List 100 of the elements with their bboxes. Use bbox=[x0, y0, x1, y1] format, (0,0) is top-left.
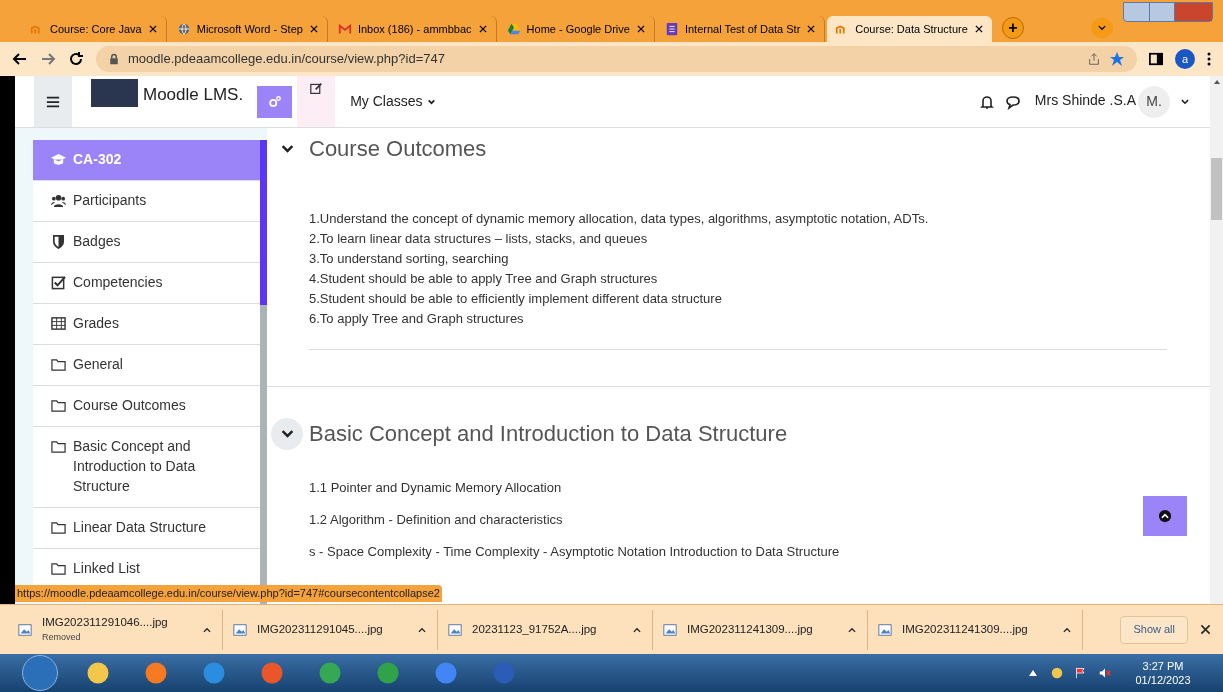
browser-circle-icon bbox=[318, 661, 342, 685]
profile-avatar[interactable]: a bbox=[1175, 49, 1195, 69]
reload-icon bbox=[68, 51, 84, 67]
scrollbar-thumb[interactable] bbox=[260, 140, 267, 305]
file-name: IMG202311241309....jpg bbox=[902, 621, 1029, 637]
window-controls[interactable] bbox=[1123, 2, 1213, 22]
tray-app-icon bbox=[1051, 667, 1063, 679]
browser-circle-icon bbox=[434, 661, 458, 685]
section-title: Course Outcomes bbox=[309, 135, 487, 163]
image-file-icon bbox=[663, 622, 677, 637]
close-icon bbox=[635, 24, 646, 34]
clock-time: 3:27 PM bbox=[1142, 659, 1184, 673]
mail-icon bbox=[337, 22, 352, 36]
start-button[interactable] bbox=[22, 655, 58, 691]
chevron-down-icon bbox=[280, 142, 294, 155]
browser-tab[interactable]: Course: Data Structure bbox=[827, 16, 992, 42]
star-icon bbox=[1109, 51, 1125, 67]
show-hidden-icon bbox=[1029, 670, 1037, 676]
back-arrow-icon[interactable] bbox=[12, 51, 28, 67]
section-title: Basic Concept and Introduction to Data Structure bbox=[309, 420, 788, 448]
caret-icon bbox=[426, 97, 436, 106]
sidebar-item[interactable]: General bbox=[33, 345, 260, 386]
close-icon bbox=[308, 24, 319, 34]
chat-icon[interactable] bbox=[1004, 93, 1021, 110]
forward-arrow-icon bbox=[40, 51, 56, 67]
outcome-text: 3.To understand sorting, searching bbox=[309, 250, 510, 268]
settings-button[interactable] bbox=[257, 85, 293, 118]
sidebar-item[interactable]: Basic Concept and Introduction to Data Structure bbox=[33, 427, 260, 508]
speaker-muted-icon bbox=[1099, 667, 1111, 679]
clock-date: 01/12/2023 bbox=[1135, 673, 1191, 687]
chevron-down-icon bbox=[1097, 23, 1107, 33]
share-icon bbox=[1087, 52, 1101, 66]
topic-link[interactable]: s - Space Complexity - Time Complexity - Asymptotic Notation Introduction to Data Structure bbox=[309, 542, 1210, 562]
image-file-icon bbox=[448, 622, 462, 637]
close-icon bbox=[806, 24, 817, 34]
checkbox-icon bbox=[51, 275, 66, 290]
user-avatar[interactable]: M. bbox=[1138, 85, 1170, 118]
image-file-icon bbox=[878, 622, 892, 637]
scroll-up-icon bbox=[1212, 78, 1221, 86]
outcome-text: 6.To apply Tree and Graph structures bbox=[309, 310, 525, 328]
clock[interactable]: 3:27 PM 01/12/2023 bbox=[1123, 659, 1203, 687]
lock-icon bbox=[108, 53, 120, 65]
download-item[interactable]: IMG202311241309....jpg bbox=[663, 609, 868, 650]
form-icon bbox=[664, 22, 679, 36]
sidebar-item[interactable]: Grades bbox=[33, 304, 260, 345]
file-name: IMG202311241309....jpg bbox=[687, 621, 814, 637]
collapse-toggle[interactable] bbox=[271, 417, 303, 450]
sidebar-item[interactable]: Linear Data Structure bbox=[33, 508, 260, 549]
show-all-button[interactable]: Show all bbox=[1120, 615, 1188, 644]
image-file-icon bbox=[18, 622, 32, 637]
globe-icon bbox=[176, 22, 191, 36]
outcome-text: 5.Student should be able to efficiently implement different data structure bbox=[309, 290, 723, 308]
file-name: IMG202311291045....jpg bbox=[257, 621, 384, 637]
side-panel-icon bbox=[1149, 52, 1163, 66]
status-url-tooltip: https://moodle.pdeaamcollege.edu.in/course/view.php?id=747#coursecontentcollapse2 bbox=[15, 585, 442, 602]
outcome-text: 1.Understand the concept of dynamic memory allocation, data types, algorithms, asymptotic notation, ADTs. bbox=[309, 210, 930, 228]
sidebar-item[interactable]: Competencies bbox=[33, 263, 260, 304]
topic-link[interactable]: 1.1 Pointer and Dynamic Memory Allocation bbox=[309, 478, 1210, 498]
sidebar-item[interactable]: Course Outcomes bbox=[33, 386, 260, 427]
file-name: IMG202311291046....jpg bbox=[42, 615, 169, 631]
tab-search-button[interactable] bbox=[1091, 18, 1113, 38]
address-bar[interactable]: moodle.pdeaamcollege.edu.in/course/view.php?id=747 bbox=[96, 46, 1137, 72]
user-name[interactable]: Mrs Shinde .S.A bbox=[1034, 90, 1136, 111]
edit-icon bbox=[309, 82, 323, 95]
file-name: 20231123_91752A....jpg bbox=[472, 621, 598, 637]
outcome-text: 4.Student should be able to apply Tree and Graph structures bbox=[309, 270, 659, 288]
gears-icon bbox=[267, 94, 282, 109]
close-icon bbox=[147, 24, 158, 34]
download-status: Removed bbox=[42, 631, 82, 645]
graduation-cap-icon bbox=[51, 152, 66, 167]
menu-button[interactable] bbox=[34, 76, 72, 127]
table-icon bbox=[51, 316, 66, 331]
page-scrollbar[interactable] bbox=[1210, 76, 1223, 604]
arrow-up-circle-icon bbox=[1158, 509, 1172, 523]
outcome-text: 2.To learn linear data structures – lists, stacks, and queues bbox=[309, 230, 649, 248]
menu-icon bbox=[46, 94, 60, 109]
back-to-top-button[interactable] bbox=[1143, 496, 1187, 536]
image-file-icon bbox=[233, 622, 247, 637]
topic-link[interactable]: 1.2 Algorithm - Definition and characteristics bbox=[309, 510, 1210, 530]
download-item[interactable]: IMG202311291045....jpg bbox=[233, 609, 438, 650]
close-icon bbox=[477, 24, 488, 34]
flag-icon bbox=[1075, 667, 1087, 679]
chevron-down-icon bbox=[280, 427, 294, 440]
new-tab-button[interactable]: + bbox=[1001, 17, 1024, 39]
shield-icon bbox=[51, 234, 66, 249]
sidebar-item[interactable]: Badges bbox=[33, 222, 260, 263]
bell-icon[interactable] bbox=[978, 93, 995, 110]
download-item[interactable]: 20231123_91752A....jpg bbox=[448, 609, 653, 650]
edit-button[interactable] bbox=[297, 76, 336, 127]
triangle-logo-icon bbox=[506, 22, 521, 36]
users-icon bbox=[51, 193, 66, 208]
sidebar-item[interactable]: Participants bbox=[33, 181, 260, 222]
close-icon bbox=[973, 24, 984, 34]
download-item[interactable]: IMG202311291046....jpg Removed bbox=[18, 609, 223, 650]
site-name[interactable]: Moodle LMS. bbox=[143, 82, 244, 108]
more-menu-icon bbox=[1207, 52, 1211, 66]
my-classes-menu[interactable]: My Classes bbox=[350, 91, 436, 112]
close-icon[interactable] bbox=[1200, 624, 1211, 635]
download-item[interactable]: IMG202311241309....jpg bbox=[878, 609, 1083, 650]
scrollbar-thumb[interactable] bbox=[1211, 158, 1222, 220]
